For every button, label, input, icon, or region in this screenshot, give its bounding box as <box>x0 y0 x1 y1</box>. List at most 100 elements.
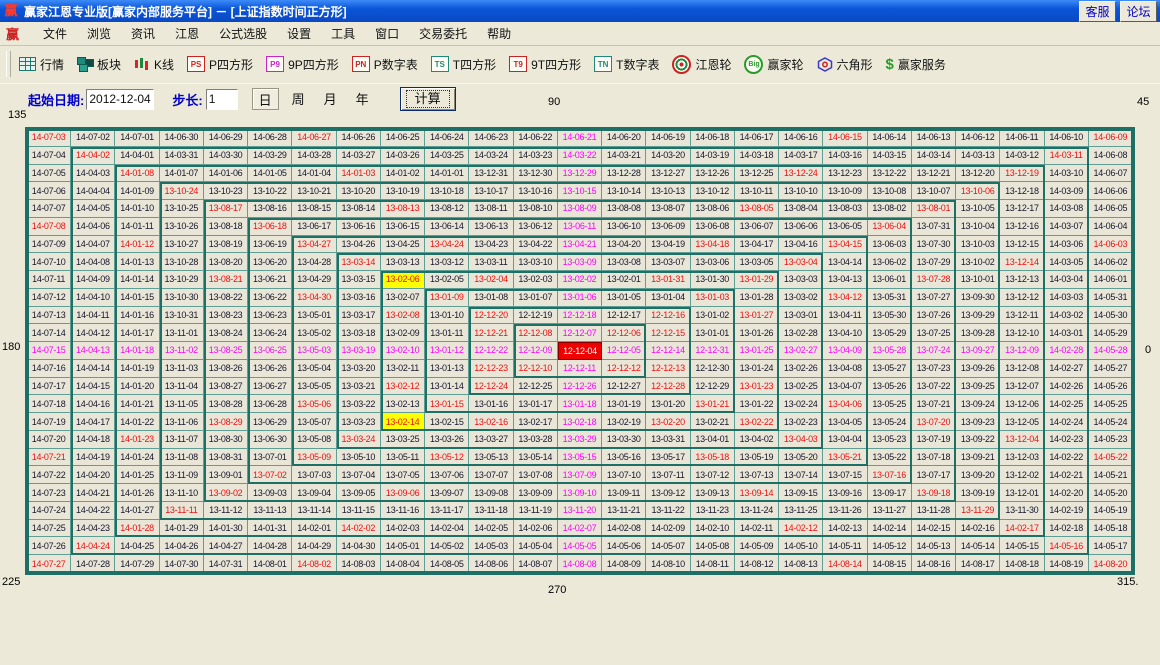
date-cell[interactable]: 13-01-28 <box>735 289 779 307</box>
date-cell[interactable]: 13-09-07 <box>425 484 469 502</box>
date-cell[interactable]: 13-09-24 <box>956 395 1000 413</box>
date-cell[interactable]: 13-06-10 <box>602 218 646 236</box>
date-cell[interactable]: 14-04-24 <box>71 537 115 555</box>
date-cell[interactable]: 13-11-24 <box>735 502 779 520</box>
date-cell[interactable]: 13-12-28 <box>602 165 646 183</box>
date-cell[interactable]: 13-03-23 <box>337 413 381 431</box>
date-cell[interactable]: 13-01-29 <box>735 271 779 289</box>
date-cell[interactable]: 13-07-06 <box>425 466 469 484</box>
date-cell[interactable]: 13-08-06 <box>691 200 735 218</box>
date-cell[interactable]: 13-04-05 <box>823 413 867 431</box>
date-cell[interactable]: 13-11-27 <box>868 502 912 520</box>
date-cell[interactable]: 13-07-27 <box>912 289 956 307</box>
date-cell[interactable]: 13-07-07 <box>469 466 513 484</box>
date-cell[interactable]: 13-06-01 <box>868 271 912 289</box>
date-cell[interactable]: 13-01-13 <box>425 360 469 378</box>
date-cell[interactable]: 13-03-07 <box>646 253 690 271</box>
date-cell[interactable]: 13-10-11 <box>735 182 779 200</box>
date-cell[interactable]: 13-01-24 <box>735 360 779 378</box>
date-cell[interactable]: 14-01-06 <box>204 165 248 183</box>
date-cell[interactable]: 13-07-19 <box>912 431 956 449</box>
date-cell[interactable]: 13-07-01 <box>248 449 292 467</box>
date-cell[interactable]: 13-12-25 <box>735 165 779 183</box>
date-cell[interactable]: 14-02-10 <box>691 520 735 538</box>
date-cell[interactable]: 13-03-10 <box>514 253 558 271</box>
date-cell[interactable]: 12-12-19 <box>514 307 558 325</box>
date-cell[interactable]: 14-04-13 <box>71 342 115 360</box>
date-cell[interactable]: 13-01-12 <box>425 342 469 360</box>
date-cell[interactable]: 13-10-05 <box>956 200 1000 218</box>
date-cell[interactable]: 14-05-08 <box>691 537 735 555</box>
date-cell[interactable]: 14-07-01 <box>115 129 159 147</box>
date-cell[interactable]: 13-01-10 <box>425 307 469 325</box>
date-cell[interactable]: 14-08-20 <box>1089 555 1133 573</box>
toolbar-item-P四方形[interactable]: PSP四方形 <box>187 56 253 73</box>
toolbar-item-K线[interactable]: K线 <box>134 56 174 73</box>
date-cell[interactable]: 14-03-07 <box>1045 218 1089 236</box>
date-cell[interactable]: 13-11-14 <box>292 502 336 520</box>
date-cell[interactable]: 13-05-13 <box>469 449 513 467</box>
date-cell[interactable]: 13-10-21 <box>292 182 336 200</box>
date-cell[interactable]: 13-08-18 <box>204 218 248 236</box>
date-cell[interactable]: 14-07-16 <box>27 360 71 378</box>
date-cell[interactable]: 14-03-10 <box>1045 165 1089 183</box>
date-cell[interactable]: 14-02-17 <box>1000 520 1044 538</box>
date-cell[interactable]: 13-08-05 <box>735 200 779 218</box>
date-cell[interactable]: 13-10-09 <box>823 182 867 200</box>
date-cell[interactable]: 14-02-24 <box>1045 413 1089 431</box>
date-cell[interactable]: 13-05-17 <box>646 449 690 467</box>
date-cell[interactable]: 13-03-26 <box>425 431 469 449</box>
date-cell[interactable]: 14-05-16 <box>1045 537 1089 555</box>
date-cell[interactable]: 14-07-13 <box>27 307 71 325</box>
date-cell[interactable]: 14-02-23 <box>1045 431 1089 449</box>
date-cell[interactable]: 14-03-18 <box>735 147 779 165</box>
date-cell[interactable]: 13-10-24 <box>160 182 204 200</box>
date-cell[interactable]: 13-08-14 <box>337 200 381 218</box>
date-cell[interactable]: 13-05-03 <box>292 342 336 360</box>
date-cell[interactable]: 14-06-01 <box>1089 271 1133 289</box>
date-cell[interactable]: 12-12-17 <box>602 307 646 325</box>
date-cell[interactable]: 13-03-12 <box>425 253 469 271</box>
date-cell[interactable]: 14-04-25 <box>115 537 159 555</box>
date-cell[interactable]: 14-05-12 <box>868 537 912 555</box>
start-date-input[interactable] <box>86 89 154 110</box>
date-cell[interactable]: 13-04-17 <box>735 236 779 254</box>
period-button-月[interactable]: 月 <box>318 88 343 108</box>
date-cell[interactable]: 13-10-15 <box>558 182 602 200</box>
date-cell[interactable]: 13-07-25 <box>912 324 956 342</box>
date-cell[interactable]: 12-12-29 <box>691 378 735 396</box>
date-cell[interactable]: 12-12-31 <box>691 342 735 360</box>
date-cell[interactable]: 13-07-29 <box>912 253 956 271</box>
date-cell[interactable]: 13-11-02 <box>160 342 204 360</box>
date-cell[interactable]: 13-02-11 <box>381 360 425 378</box>
date-cell[interactable]: 14-01-12 <box>115 236 159 254</box>
date-cell[interactable]: 13-08-23 <box>204 307 248 325</box>
date-cell[interactable]: 14-03-04 <box>1045 271 1089 289</box>
date-cell[interactable]: 13-12-11 <box>1000 307 1044 325</box>
date-cell[interactable]: 14-03-02 <box>1045 307 1089 325</box>
date-cell[interactable]: 12-12-11 <box>558 360 602 378</box>
date-cell[interactable]: 13-06-05 <box>823 218 867 236</box>
date-cell[interactable]: 14-02-12 <box>779 520 823 538</box>
date-cell[interactable]: 13-07-17 <box>912 466 956 484</box>
date-cell[interactable]: 13-10-26 <box>160 218 204 236</box>
date-cell[interactable]: 13-12-07 <box>1000 378 1044 396</box>
date-cell[interactable]: 14-01-11 <box>115 218 159 236</box>
date-cell[interactable]: 13-01-31 <box>646 271 690 289</box>
date-cell[interactable]: 14-02-14 <box>868 520 912 538</box>
date-cell[interactable]: 13-08-10 <box>514 200 558 218</box>
date-cell[interactable]: 14-03-11 <box>1045 147 1089 165</box>
date-cell[interactable]: 13-08-19 <box>204 236 248 254</box>
date-cell[interactable]: 14-06-06 <box>1089 182 1133 200</box>
date-cell[interactable]: 14-02-26 <box>1045 378 1089 396</box>
date-cell[interactable]: 14-08-06 <box>469 555 513 573</box>
date-cell[interactable]: 13-07-23 <box>912 360 956 378</box>
date-cell[interactable]: 14-03-19 <box>691 147 735 165</box>
date-cell[interactable]: 14-01-10 <box>115 200 159 218</box>
date-cell[interactable]: 12-12-24 <box>469 378 513 396</box>
date-cell[interactable]: 13-09-12 <box>646 484 690 502</box>
date-cell[interactable]: 13-06-23 <box>248 307 292 325</box>
date-cell[interactable]: 14-07-08 <box>27 218 71 236</box>
date-cell[interactable]: 14-04-20 <box>71 466 115 484</box>
date-cell[interactable]: 14-01-24 <box>115 449 159 467</box>
